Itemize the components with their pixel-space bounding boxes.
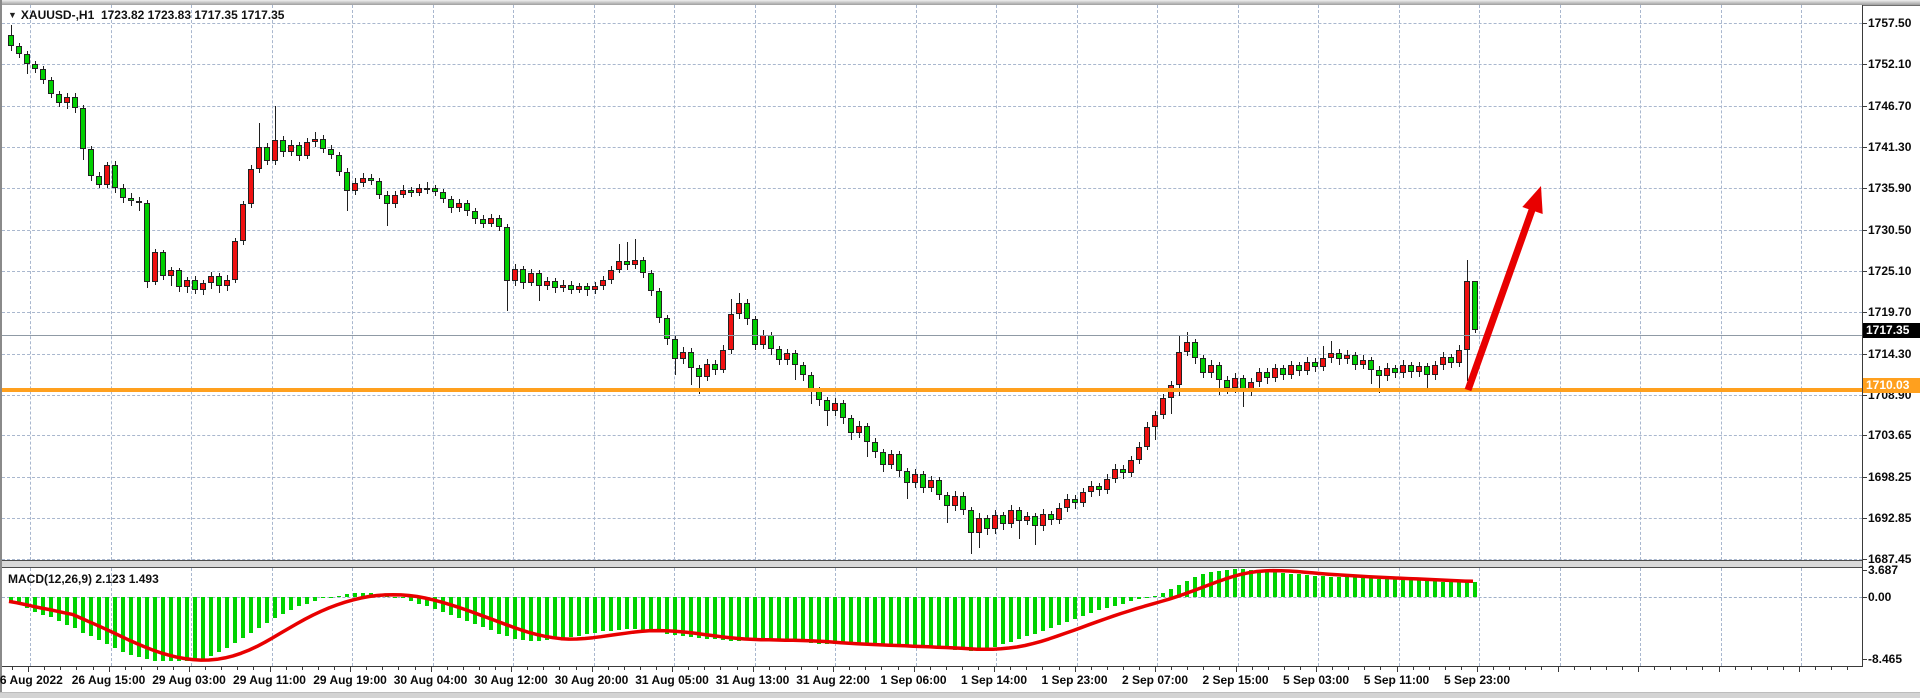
current-price-line xyxy=(2,335,1862,336)
window-bottom-edge xyxy=(0,692,1920,698)
chart-window: ▼ XAUUSD-,H1 1723.82 1723.83 1717.35 1717… xyxy=(0,0,1920,698)
support-level-price-tag: 1710.03 xyxy=(1863,378,1920,393)
symbol-timeframe-label: XAUUSD-,H1 xyxy=(21,8,94,22)
chart-title: ▼ XAUUSD-,H1 1723.82 1723.83 1717.35 1717… xyxy=(8,8,284,22)
macd-indicator-pane[interactable] xyxy=(2,568,1862,667)
macd-label: MACD(12,26,9) 2.123 1.493 xyxy=(8,572,159,586)
pane-splitter[interactable] xyxy=(2,560,1862,568)
support-level-line[interactable] xyxy=(2,388,1862,392)
chevron-down-icon[interactable]: ▼ xyxy=(8,10,17,20)
price-chart-pane[interactable] xyxy=(2,5,1862,560)
current-price-tag: 1717.35 xyxy=(1863,323,1920,338)
ohlc-readout: 1723.82 1723.83 1717.35 1717.35 xyxy=(101,8,285,22)
